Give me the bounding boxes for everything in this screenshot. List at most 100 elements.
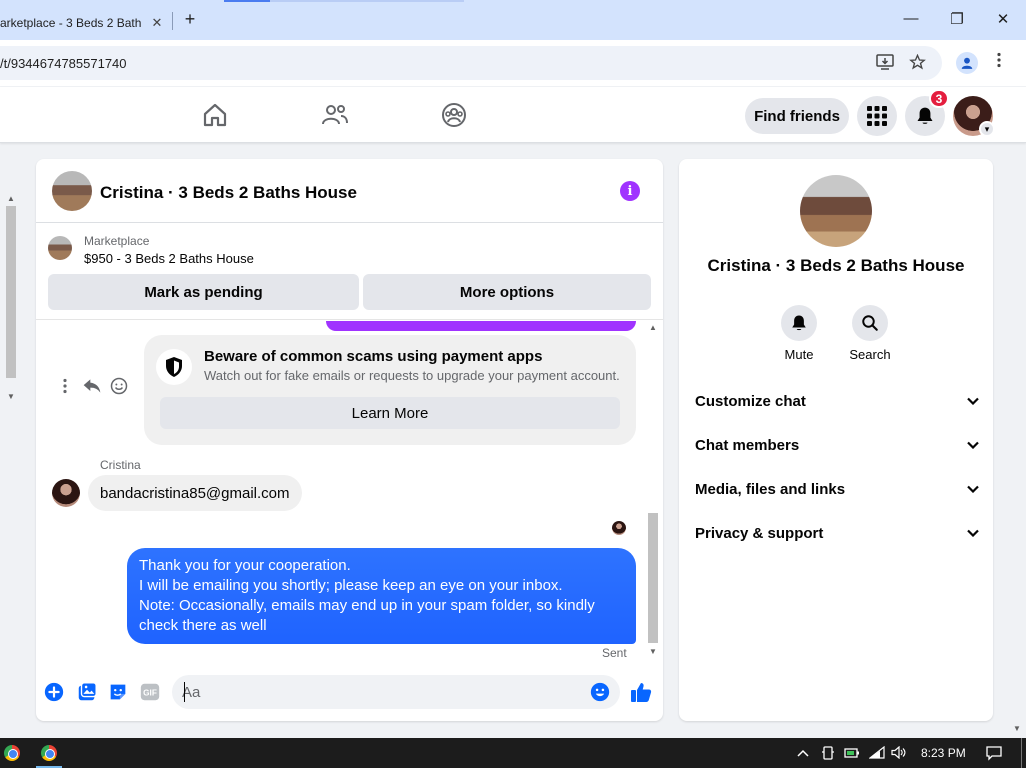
minimize-icon[interactable]: — xyxy=(899,10,923,27)
left-column-scrollbar[interactable]: ▲ ▼ xyxy=(4,192,18,406)
browser-profile-icon[interactable] xyxy=(956,52,978,74)
message-list: Beware of common scams using payment app… xyxy=(36,321,663,659)
home-icon[interactable] xyxy=(201,101,229,129)
chat-panel: Cristina · 3 Beds 2 Baths House i Market… xyxy=(36,159,663,721)
message-actions xyxy=(62,377,128,395)
message-scrollbar[interactable]: ▲ ▼ xyxy=(646,323,660,659)
friends-icon[interactable] xyxy=(321,101,349,129)
conversation-avatar[interactable] xyxy=(52,171,92,211)
search-button[interactable] xyxy=(852,305,888,341)
page-scroll-down-arrow-icon[interactable]: ▼ xyxy=(1013,724,1021,733)
photo-attach-icon[interactable] xyxy=(76,681,98,703)
section-privacy-support[interactable]: Privacy & support xyxy=(695,517,979,549)
more-actions-icon[interactable] xyxy=(62,378,68,394)
scam-warning-title: Beware of common scams using payment app… xyxy=(204,348,543,365)
conversation-info-icon[interactable]: i xyxy=(620,181,640,201)
system-clock[interactable]: 8:23 PM xyxy=(921,746,966,760)
reply-icon[interactable] xyxy=(82,377,102,395)
sent-message-line: I will be emailing you shortly; please k… xyxy=(139,577,563,594)
conversation-large-avatar[interactable] xyxy=(800,175,872,247)
scroll-down-arrow-icon[interactable]: ▼ xyxy=(7,392,15,401)
sent-status: Sent xyxy=(602,646,627,659)
wifi-icon[interactable] xyxy=(869,746,885,759)
chevron-down-icon xyxy=(967,397,979,405)
scroll-thumb[interactable] xyxy=(6,206,16,378)
account-chevron-icon[interactable]: ▾ xyxy=(979,121,995,137)
browser-tab[interactable]: arketplace - 3 Beds 2 Bath ✕ xyxy=(0,6,172,40)
scroll-down-arrow-icon[interactable]: ▼ xyxy=(649,647,657,656)
find-friends-button[interactable]: Find friends xyxy=(745,98,849,134)
browser-menu-icon[interactable] xyxy=(996,52,1002,68)
chat-header: Cristina · 3 Beds 2 Baths House i xyxy=(36,159,663,223)
search-action[interactable]: Search xyxy=(840,305,900,362)
battery-icon[interactable] xyxy=(844,747,860,759)
emoji-icon[interactable] xyxy=(590,682,610,702)
windows-taskbar: 8:23 PM xyxy=(0,738,1026,768)
search-label: Search xyxy=(849,347,891,362)
tab-close-icon[interactable]: ✕ xyxy=(148,15,166,31)
scam-warning-description: Watch out for fake emails or requests to… xyxy=(204,368,620,383)
plus-circle-icon[interactable] xyxy=(43,681,65,703)
sent-message-line: check there as well xyxy=(139,617,267,634)
text-caret xyxy=(184,682,185,702)
section-label: Customize chat xyxy=(695,392,806,410)
shield-icon xyxy=(156,349,192,385)
message-input[interactable] xyxy=(172,675,582,709)
read-receipt-avatar xyxy=(612,521,626,535)
sticker-icon[interactable] xyxy=(107,681,129,703)
search-icon xyxy=(862,315,878,331)
section-media-files-links[interactable]: Media, files and links xyxy=(695,473,979,505)
menu-button[interactable] xyxy=(857,96,897,136)
address-input[interactable]: /t/9344674785571740 xyxy=(0,46,942,80)
section-customize-chat[interactable]: Customize chat xyxy=(695,385,979,417)
chrome-icon[interactable] xyxy=(4,745,20,761)
scroll-thumb[interactable] xyxy=(648,513,658,643)
mute-button[interactable] xyxy=(781,305,817,341)
sent-message-line: Note: Occasionally, emails may end up in… xyxy=(139,597,595,614)
device-icon[interactable] xyxy=(822,746,834,760)
listing-thumbnail[interactable] xyxy=(48,236,72,260)
show-desktop-divider[interactable] xyxy=(1021,738,1022,768)
listing-title[interactable]: $950 - 3 Beds 2 Baths House xyxy=(84,251,254,266)
sent-message-line: Thank you for your cooperation. xyxy=(139,557,351,574)
section-chat-members[interactable]: Chat members xyxy=(695,429,979,461)
notification-count-badge: 3 xyxy=(929,89,949,108)
bell-icon xyxy=(917,107,933,124)
mute-action[interactable]: Mute xyxy=(769,305,829,362)
notification-center-icon[interactable] xyxy=(986,745,1002,761)
chevron-down-icon xyxy=(967,485,979,493)
react-emoji-icon[interactable] xyxy=(110,377,128,395)
mark-as-pending-button[interactable]: Mark as pending xyxy=(48,274,359,310)
tab-accent xyxy=(224,0,270,2)
message-input-wrapper xyxy=(172,675,620,709)
received-message[interactable]: bandacristina85@gmail.com xyxy=(88,475,302,511)
address-bar-area: /t/9344674785571740 xyxy=(0,40,1026,86)
chevron-down-icon xyxy=(967,441,979,449)
chrome-icon[interactable] xyxy=(41,745,57,761)
tray-chevron-up-icon[interactable] xyxy=(797,748,809,758)
new-tab-icon[interactable]: + xyxy=(180,9,200,30)
scroll-up-arrow-icon[interactable]: ▲ xyxy=(7,194,15,203)
gif-icon[interactable]: GIF xyxy=(139,681,161,703)
learn-more-button[interactable]: Learn More xyxy=(160,397,620,429)
volume-icon[interactable] xyxy=(891,746,907,759)
thumbs-up-icon[interactable] xyxy=(629,680,653,704)
details-title: Cristina · 3 Beds 2 Baths House xyxy=(707,256,965,275)
sent-message[interactable]: Thank you for your cooperation. I will b… xyxy=(127,548,636,644)
sender-avatar[interactable] xyxy=(52,479,80,507)
install-app-icon[interactable] xyxy=(876,54,894,70)
conversation-details-panel: Cristina · 3 Beds 2 Baths House Mute Sea… xyxy=(679,159,993,721)
marketplace-listing: Marketplace $950 - 3 Beds 2 Baths House … xyxy=(36,224,663,320)
restore-icon[interactable]: ❐ xyxy=(945,10,969,28)
scroll-up-arrow-icon[interactable]: ▲ xyxy=(649,323,657,332)
bookmark-star-icon[interactable] xyxy=(909,54,926,70)
facebook-top-nav: Find friends 3 ▾ xyxy=(0,87,1026,143)
groups-icon[interactable] xyxy=(440,101,468,129)
window-close-icon[interactable]: ✕ xyxy=(991,10,1015,28)
more-options-button[interactable]: More options xyxy=(363,274,651,310)
mute-label: Mute xyxy=(784,347,814,362)
scam-warning-card: Beware of common scams using payment app… xyxy=(144,335,636,445)
chevron-down-icon xyxy=(967,529,979,537)
section-label: Privacy & support xyxy=(695,524,824,542)
conversation-title[interactable]: Cristina · 3 Beds 2 Baths House xyxy=(100,183,357,203)
